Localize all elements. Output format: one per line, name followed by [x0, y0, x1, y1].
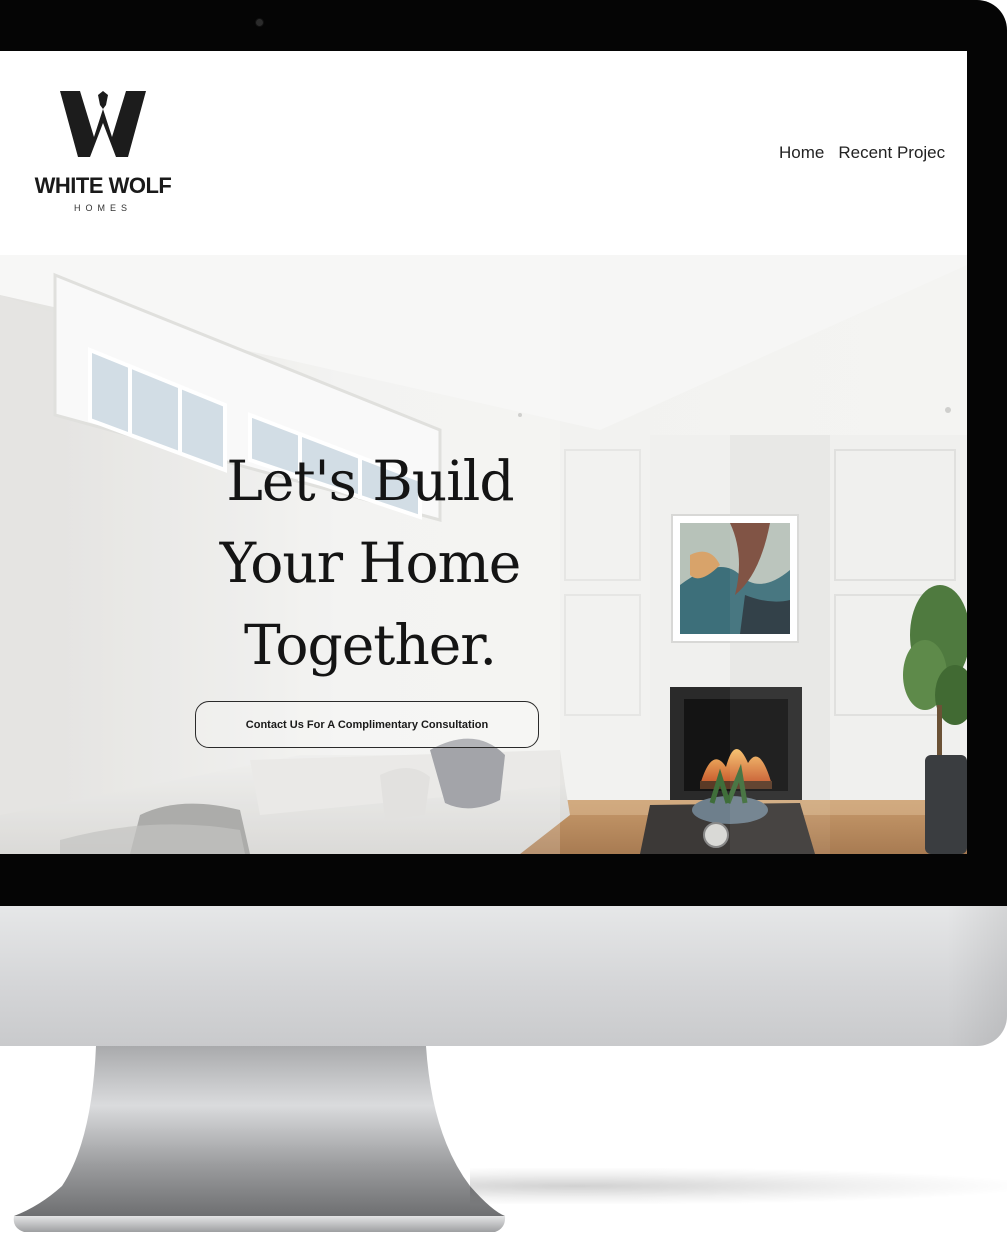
floor-shadow — [470, 1168, 1007, 1204]
website-screen: WHITE WOLF HOMES Home Recent Projec Let'… — [0, 51, 967, 854]
main-nav: Home Recent Projec — [779, 143, 959, 163]
hero-title-line-1: Let's Build — [226, 449, 514, 513]
nav-item-home[interactable]: Home — [779, 143, 824, 162]
hero-title-line-3: Together. — [243, 613, 497, 677]
hero-title-line-2: Your Home — [219, 531, 522, 595]
camera-icon — [256, 19, 263, 26]
hero-title: Let's Build Your Home Together. — [160, 440, 580, 686]
hero-section: Let's Build Your Home Together. Contact … — [0, 255, 967, 854]
monitor-chin — [0, 906, 1007, 1046]
imac-mockup: WHITE WOLF HOMES Home Recent Projec Let'… — [0, 0, 1007, 1234]
site-header: WHITE WOLF HOMES Home Recent Projec — [0, 51, 967, 255]
nav-item-recent-projects[interactable]: Recent Projec — [838, 143, 945, 162]
logo[interactable]: WHITE WOLF HOMES — [14, 89, 192, 219]
consultation-button[interactable]: Contact Us For A Complimentary Consultat… — [195, 701, 539, 748]
monitor-stand — [13, 1046, 506, 1232]
wolf-logo-icon — [60, 91, 146, 157]
logo-subtitle: HOMES — [73, 203, 132, 213]
logo-name: WHITE WOLF — [34, 173, 172, 198]
